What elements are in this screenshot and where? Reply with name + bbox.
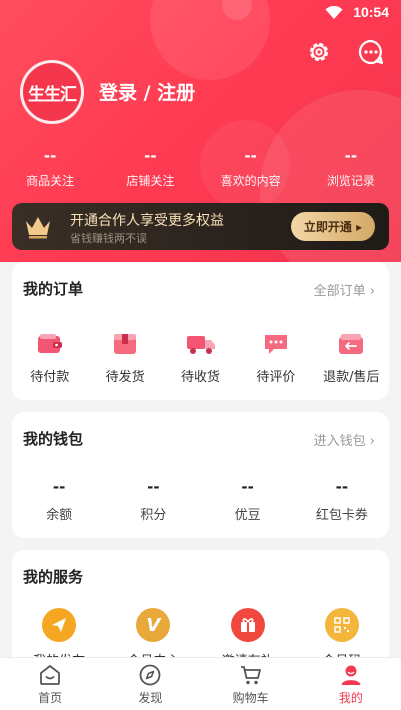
tab-label: 购物车 [232, 691, 269, 705]
enter-wallet-link[interactable]: 进入钱包 › [314, 430, 375, 449]
wallet-coupons[interactable]: -- 红包卡券 [295, 478, 389, 523]
orders-card: 我的订单 全部订单 › 待付款 待发货 待收货 待评价 退款/售后 [12, 262, 389, 400]
status-bar: 10:54 [0, 0, 401, 24]
order-label: 待评价 [256, 370, 296, 385]
stat-value: -- [43, 147, 57, 165]
avatar[interactable]: 生生汇 [20, 60, 84, 124]
services-title: 我的服务 [23, 568, 84, 586]
stat-browse-history[interactable]: -- 浏览记录 [301, 146, 401, 189]
vip-icon: V [136, 608, 171, 642]
stat-value: -- [244, 147, 257, 165]
stat-value: -- [144, 147, 157, 165]
stat-label: 喜欢的内容 [220, 174, 281, 188]
order-label: 待发货 [105, 370, 145, 385]
wallet-row: -- 余额 -- 积分 -- 优豆 -- 红包卡券 [12, 478, 389, 523]
order-label: 待付款 [30, 370, 70, 385]
stat-label: 浏览记录 [326, 174, 375, 188]
avatar-logo-text: 生生汇 [28, 84, 77, 105]
crown-icon [26, 217, 50, 239]
partner-banner[interactable]: 开通合作人享受更多权益 省钱赚钱两不误 立即开通 ▸ [12, 203, 389, 250]
services-card: 我的服务 我的发布 V 会员中心 邀请有礼 会员码 [12, 550, 389, 670]
send-icon [42, 608, 77, 642]
qrcode-icon [324, 608, 359, 642]
tab-home[interactable]: 首页 [0, 658, 100, 710]
wallet-balance[interactable]: -- 余额 [12, 478, 106, 523]
order-pending-payment[interactable]: 待付款 [12, 330, 87, 385]
wallet-value: -- [147, 478, 160, 496]
banner-title: 开通合作人享受更多权益 [70, 213, 224, 229]
wallet-value: -- [241, 478, 254, 496]
home-icon [40, 665, 61, 685]
comment-icon [264, 335, 287, 354]
wallet-label: 余额 [46, 508, 73, 523]
tab-label: 我的 [338, 691, 363, 705]
stat-product-follow[interactable]: -- 商品关注 [0, 146, 100, 189]
wallet-points[interactable]: -- 积分 [106, 478, 200, 523]
wallet-icon [37, 334, 62, 353]
stat-label: 店铺关注 [126, 174, 175, 188]
user-icon [341, 665, 361, 685]
wallet-label: 红包卡券 [315, 508, 368, 523]
truck-icon [186, 336, 215, 354]
all-orders-link[interactable]: 全部订单 › [314, 280, 375, 299]
activate-now-button[interactable]: 立即开通 ▸ [291, 212, 375, 241]
wallet-beans[interactable]: -- 优豆 [201, 478, 295, 523]
stat-label: 商品关注 [26, 174, 75, 188]
wifi-icon [325, 6, 343, 19]
message-icon[interactable] [357, 38, 385, 66]
stat-shop-follow[interactable]: -- 店铺关注 [100, 146, 200, 189]
orders-row: 待付款 待发货 待收货 待评价 退款/售后 [12, 330, 389, 385]
wallet-title: 我的钱包 [23, 430, 84, 448]
orders-title: 我的订单 [23, 280, 84, 298]
wallet-value: -- [335, 478, 349, 496]
stat-liked-content[interactable]: -- 喜欢的内容 [201, 146, 301, 189]
wallet-label: 积分 [140, 508, 167, 523]
tab-label: 首页 [38, 691, 63, 705]
banner-subtitle: 省钱赚钱两不误 [70, 232, 147, 245]
gift-icon [230, 608, 265, 642]
order-label: 退款/售后 [323, 370, 380, 385]
wallet-card: 我的钱包 进入钱包 › -- 余额 -- 积分 -- 优豆 -- 红包卡券 [12, 412, 389, 538]
settings-icon[interactable] [305, 38, 333, 66]
order-pending-review[interactable]: 待评价 [238, 330, 313, 385]
wallet-value: -- [52, 478, 66, 496]
wallet-label: 优豆 [234, 508, 261, 523]
tab-mine[interactable]: 我的 [301, 658, 401, 710]
order-refund-aftersale[interactable]: 退款/售后 [314, 330, 389, 385]
refund-icon [339, 334, 364, 354]
box-icon [114, 334, 137, 354]
status-time: 10:54 [353, 4, 389, 20]
login-register-link[interactable]: 登录 / 注册 [99, 78, 195, 105]
tab-discover[interactable]: 发现 [100, 658, 200, 710]
stat-value: -- [344, 147, 358, 165]
bottom-tab-bar: 首页 发现 购物车 我的 [0, 657, 401, 710]
tab-cart[interactable]: 购物车 [201, 658, 301, 710]
order-label: 待收货 [181, 370, 221, 385]
cart-icon [240, 666, 261, 685]
order-pending-shipment[interactable]: 待发货 [87, 330, 162, 385]
tab-label: 发现 [138, 691, 163, 705]
compass-icon [139, 664, 161, 686]
profile-stats: -- 商品关注 -- 店铺关注 -- 喜欢的内容 -- 浏览记录 [0, 146, 401, 189]
order-pending-receipt[interactable]: 待收货 [163, 330, 238, 385]
